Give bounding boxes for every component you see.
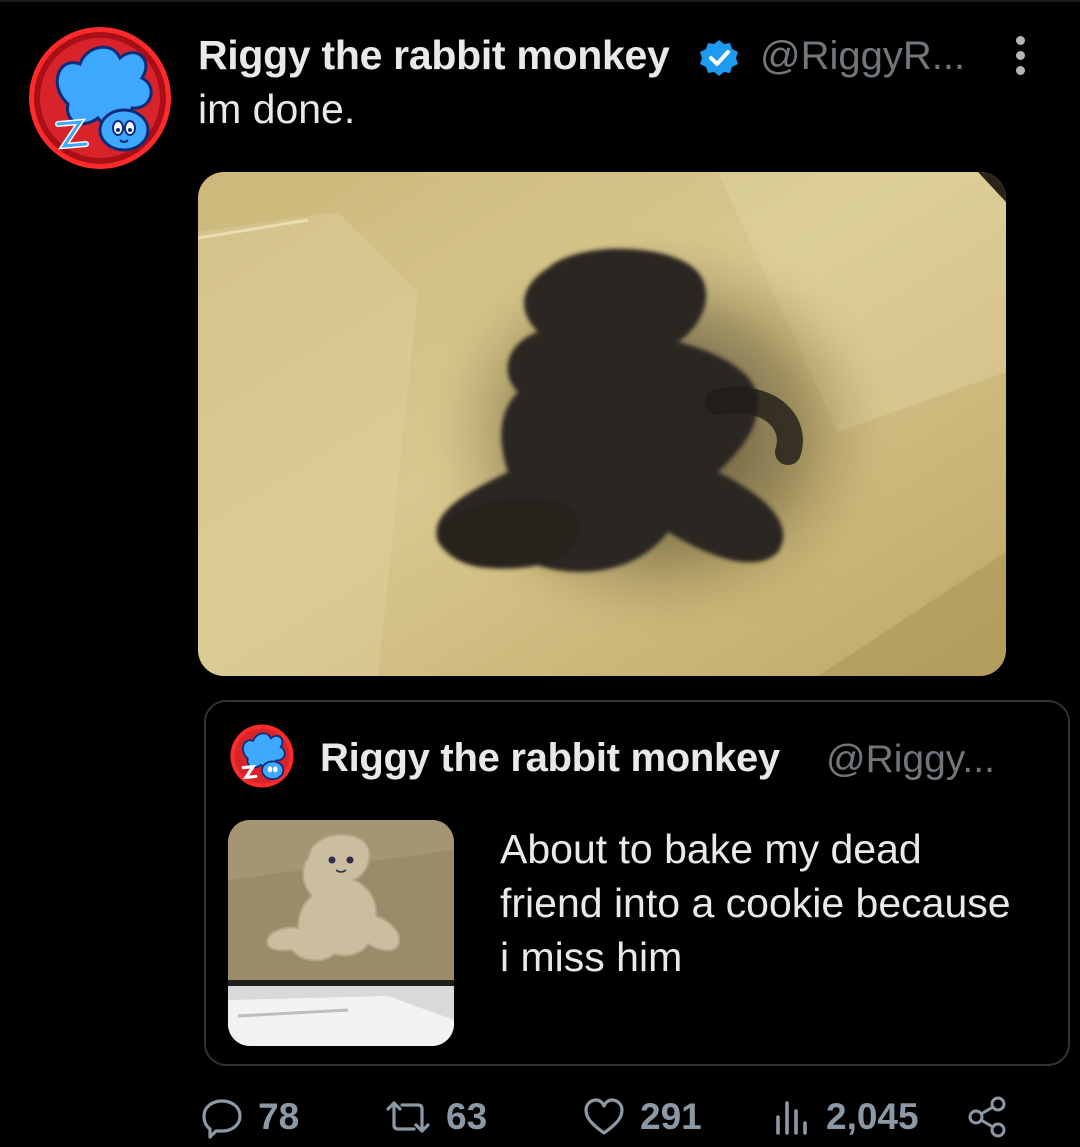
tweet-image[interactable] [198,172,1006,676]
reply-button[interactable]: 78 [200,1092,299,1142]
like-icon [584,1098,624,1135]
verified-icon [698,38,740,80]
author-name[interactable]: Riggy the rabbit monkey [198,32,670,79]
retweet-icon [386,1101,430,1133]
author-avatar[interactable] [28,26,172,170]
views-icon [776,1101,807,1135]
share-icon [968,1096,1006,1138]
quoted-author-handle[interactable]: @Riggy... [826,738,995,782]
more-icon[interactable] [1008,36,1032,80]
quoted-tweet-text: About to bake my dead friend into a cook… [500,826,1011,980]
reply-count: 78 [258,1096,300,1137]
quoted-author-name[interactable]: Riggy the rabbit monkey [320,736,780,781]
views-count: 2,045 [826,1096,919,1137]
like-count: 291 [640,1096,702,1137]
retweet-count: 63 [446,1096,488,1137]
share-button[interactable] [966,1092,1010,1142]
views-button[interactable]: 2,045 [772,1092,919,1142]
quoted-tweet[interactable]: Riggy the rabbit monkey @Riggy... About … [204,700,1070,1066]
top-divider [0,0,1080,2]
tweet-text: im done. [198,86,356,132]
like-button[interactable]: 291 [582,1092,702,1142]
retweet-button[interactable]: 63 [384,1092,487,1142]
author-handle[interactable]: @RiggyR... [760,34,965,79]
quoted-tweet-image[interactable] [228,820,454,1046]
tweet-actions: 78 63 291 2,045 [0,1092,1080,1142]
quoted-author-avatar[interactable] [230,724,294,788]
reply-icon [202,1099,242,1139]
